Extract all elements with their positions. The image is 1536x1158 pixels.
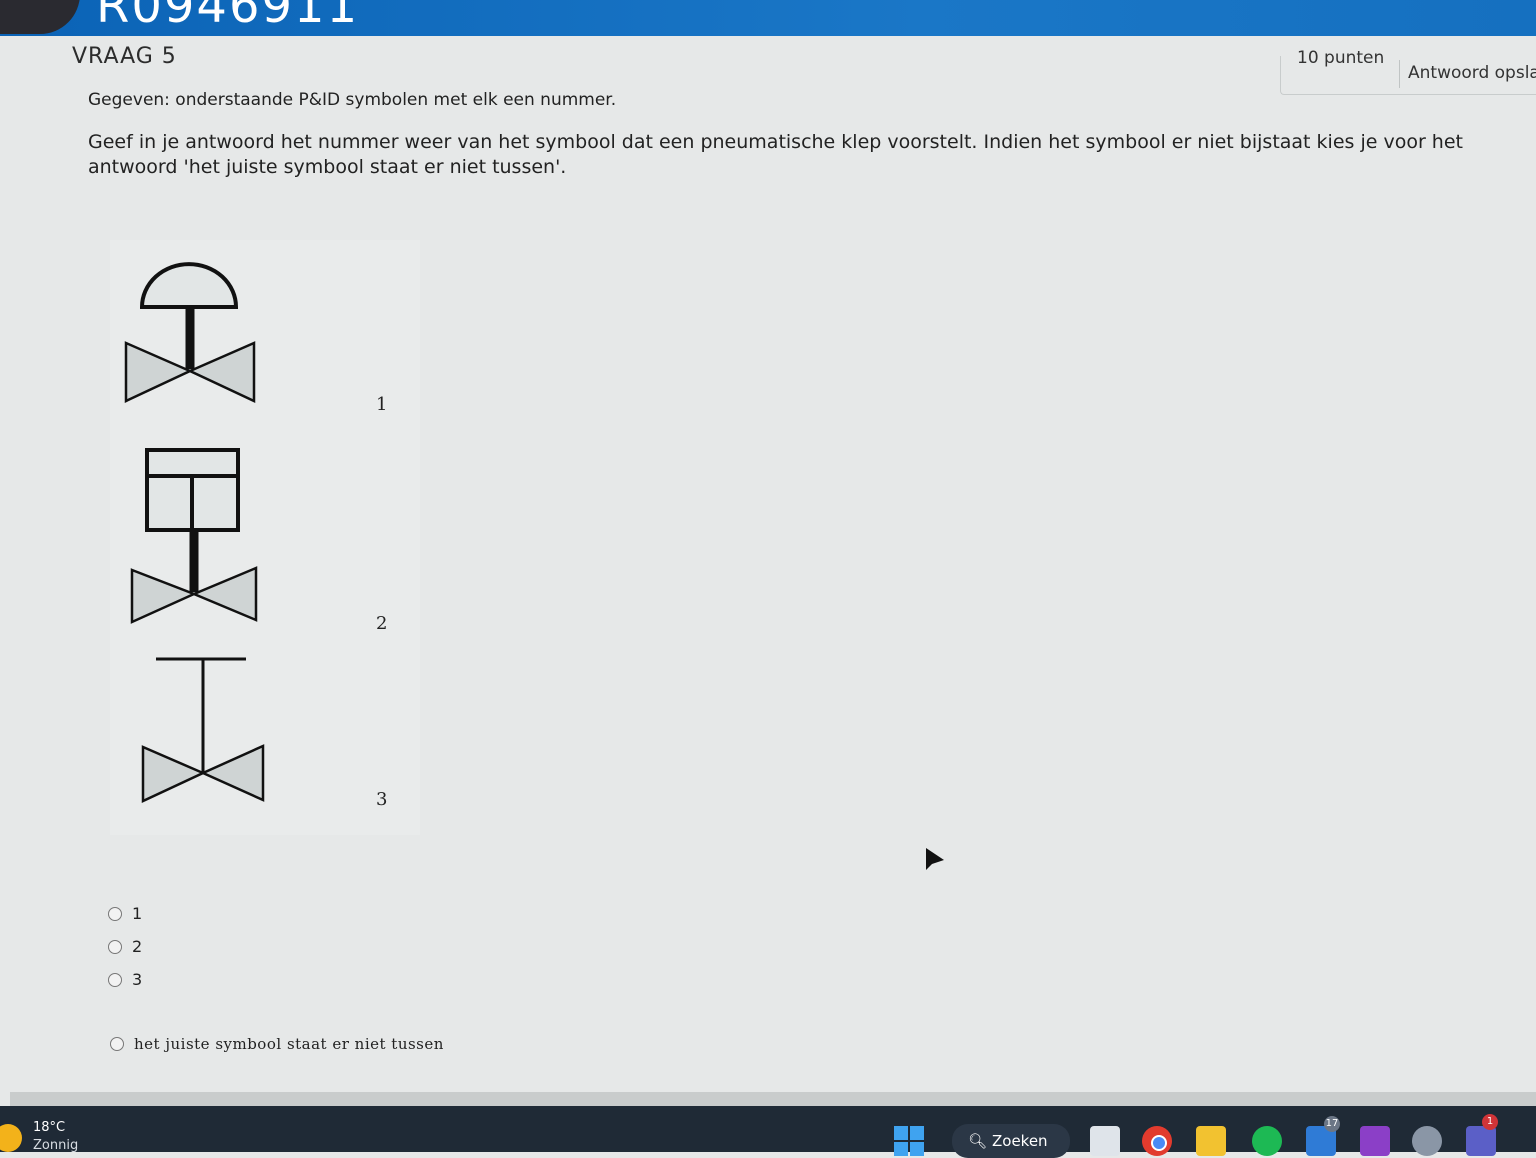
given-text: Gegeven: onderstaande P&ID symbolen met … [88,90,617,110]
answer-save-button[interactable]: Antwoord opsla [1399,60,1536,88]
option-label: 2 [132,937,143,956]
option-not-present[interactable]: het juiste symbool staat er niet tussen [110,1035,444,1053]
symbol-label-2: 2 [376,613,388,634]
option-2[interactable]: 2 [108,937,142,956]
pid-symbols-image: 1 2 3 [110,240,430,844]
weather-temperature[interactable]: 18°C [33,1120,65,1135]
symbol-label-1: 1 [376,394,388,415]
avatar[interactable] [0,0,80,34]
outlook-badge: 17 [1324,1116,1340,1132]
student-id: R0946911 [96,0,360,34]
symbol-label-3: 3 [376,789,388,810]
mouse-cursor-icon [926,848,944,870]
weather-description[interactable]: Zonnig [33,1138,78,1153]
taskbar-search[interactable]: 🔍︎ Zoeken [952,1124,1070,1158]
header-bar: R0946911 [0,0,1536,36]
option-3[interactable]: 3 [108,970,142,989]
radio-button[interactable] [108,972,122,987]
pid-symbols-svg [110,240,420,835]
points-area: 10 punten Antwoord opsla [1280,48,1536,95]
points-label: 10 punten [1297,48,1385,68]
option-1[interactable]: 1 [108,904,142,923]
teams-badge: 1 [1482,1114,1498,1130]
search-label: Zoeken [992,1132,1048,1150]
radio-button[interactable] [108,906,122,921]
search-icon: 🔍︎ [968,1132,988,1150]
question-title: VRAAG 5 [72,44,177,69]
horizontal-scrollbar[interactable] [10,1092,1536,1106]
instruction-text: Geef in je antwoord het nummer weer van … [88,131,1463,178]
option-label: 1 [132,904,143,923]
taskbar: 18°C Zonnig 🔍︎ Zoeken 17 1 [0,1106,1536,1158]
option-label: 3 [132,970,143,989]
radio-button[interactable] [108,939,122,954]
sun-icon[interactable] [0,1124,22,1152]
radio-button[interactable] [110,1037,124,1051]
option-label: het juiste symbool staat er niet tussen [134,1035,444,1053]
